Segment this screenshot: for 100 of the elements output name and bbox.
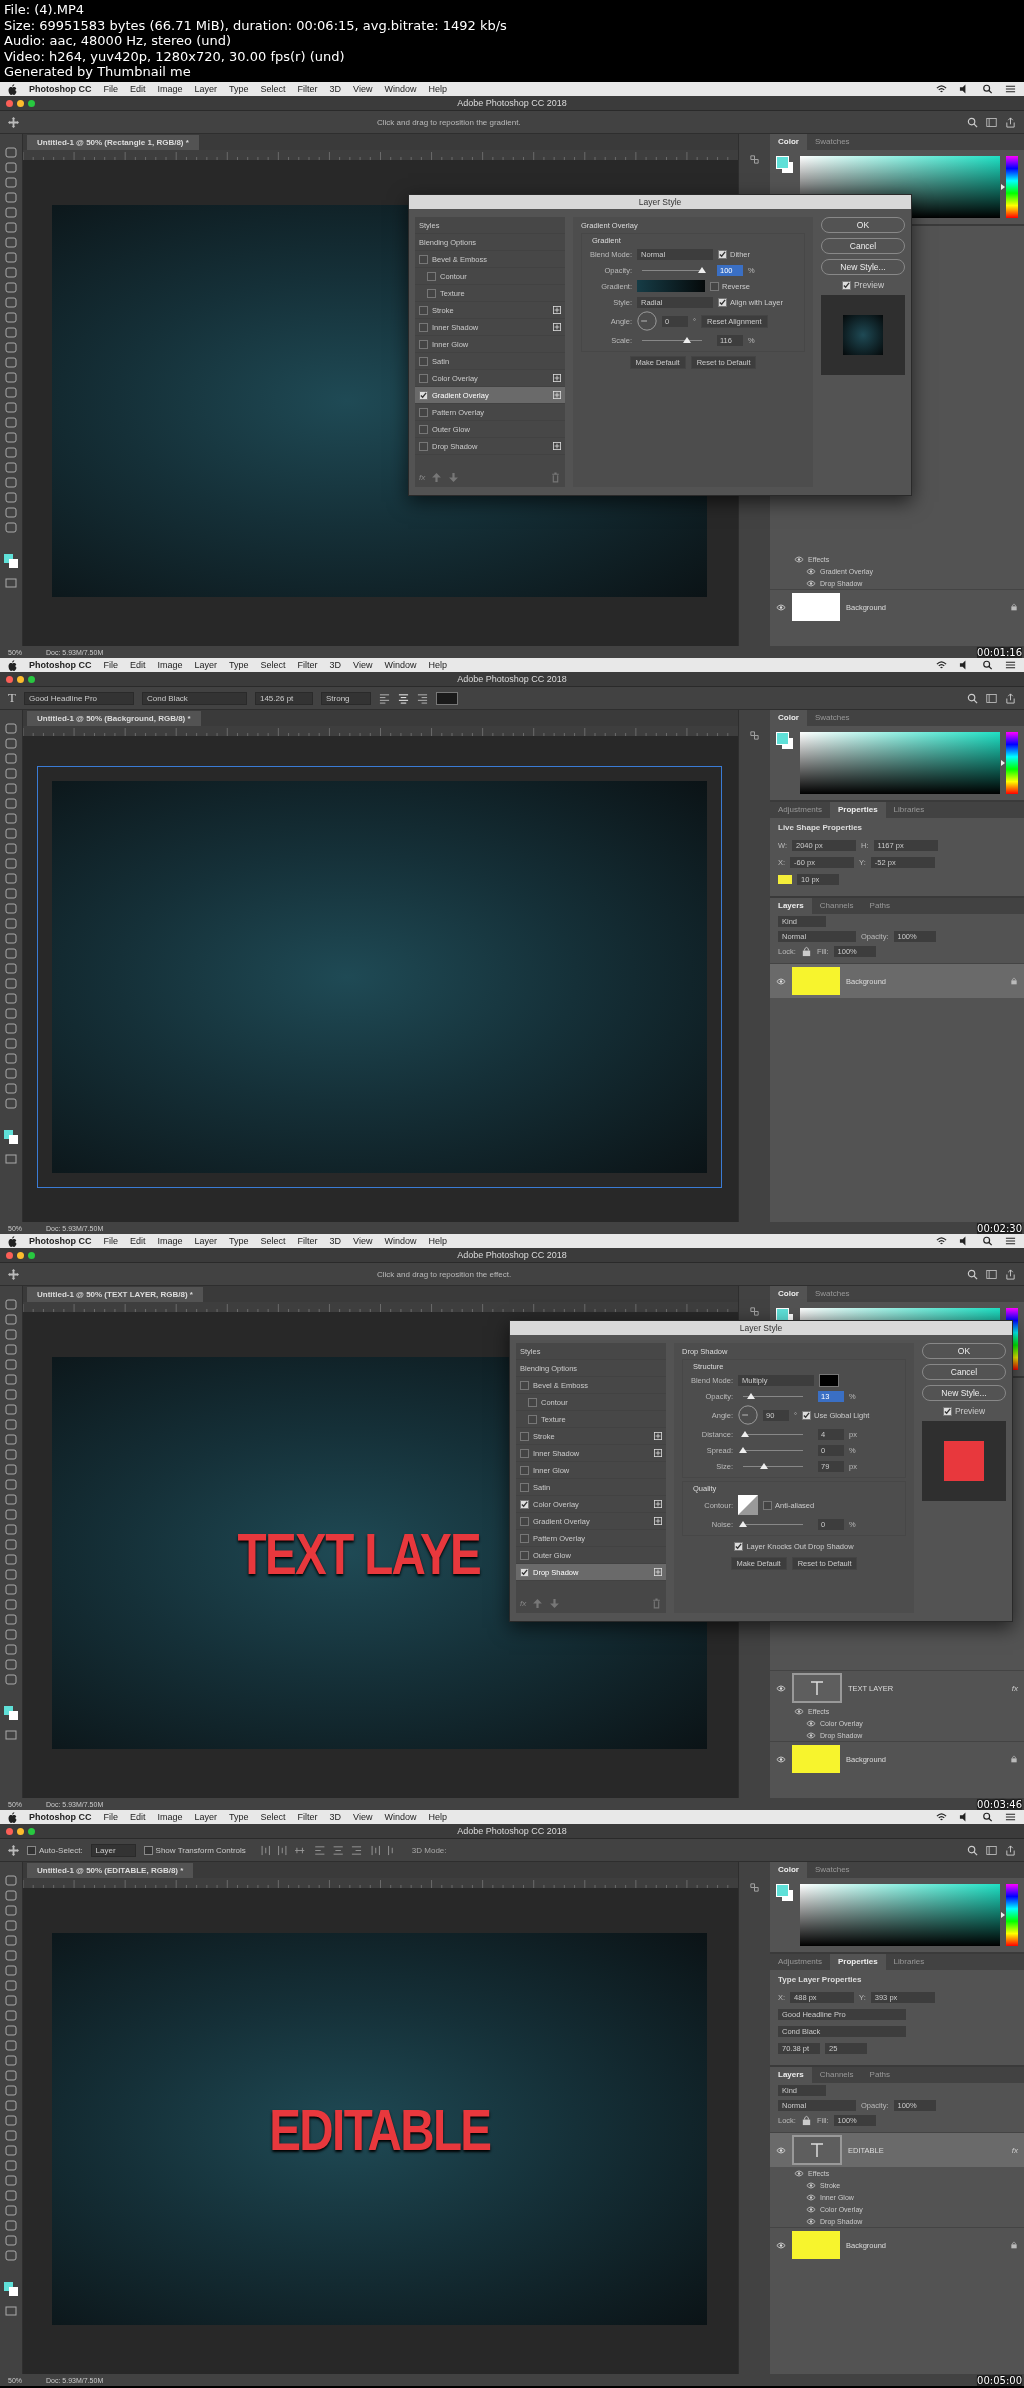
- menu-item[interactable]: Type: [229, 1810, 249, 1824]
- menu-item[interactable]: File: [103, 1234, 118, 1248]
- menu-item[interactable]: Layer: [194, 82, 218, 96]
- transform-controls-checkbox[interactable]: Show Transform Controls: [143, 1845, 246, 1855]
- panel-tab[interactable]: Properties: [830, 802, 886, 818]
- toolbar-drawing[interactable]: [0, 1862, 23, 2374]
- panel-tab[interactable]: Paths: [861, 2067, 899, 2083]
- wifi-icon[interactable]: [936, 1236, 947, 1246]
- angle-dial[interactable]: [738, 1405, 758, 1425]
- menu-item[interactable]: Type: [229, 1234, 249, 1248]
- checkbox[interactable]: [528, 1397, 537, 1407]
- document-tab[interactable]: Untitled-1 @ 50% (Background, RGB/8) *: [27, 710, 201, 726]
- menu-item[interactable]: File: [103, 82, 118, 96]
- menu-icon[interactable]: [1005, 84, 1016, 94]
- fx-label[interactable]: fx: [1011, 1683, 1018, 1693]
- hue-slider[interactable]: [1001, 184, 1005, 190]
- checkbox[interactable]: [419, 390, 428, 400]
- share-icon[interactable]: [1005, 692, 1016, 704]
- window-controls-icon[interactable]: [6, 675, 35, 683]
- menu-item[interactable]: 3D: [329, 82, 342, 96]
- font-size-dropdown[interactable]: 145.26 pt: [254, 691, 313, 705]
- checkbox[interactable]: [520, 1448, 529, 1458]
- eye-icon[interactable]: [776, 977, 786, 985]
- menu-item[interactable]: View: [353, 658, 373, 672]
- checkbox[interactable]: [528, 1414, 537, 1424]
- workspace-icon[interactable]: [986, 1268, 997, 1280]
- color-swatches-icon[interactable]: [776, 732, 794, 750]
- menu-item[interactable]: Type: [229, 82, 249, 96]
- plus-icon[interactable]: [654, 1432, 662, 1440]
- wifi-icon[interactable]: [936, 1812, 947, 1822]
- lock-icon[interactable]: [800, 946, 812, 957]
- eye-icon[interactable]: [806, 2205, 816, 2213]
- eye-icon[interactable]: [776, 2146, 786, 2154]
- wifi-icon[interactable]: [936, 660, 947, 670]
- search-icon[interactable]: [967, 1268, 978, 1280]
- panel-tab[interactable]: Adjustments: [770, 802, 831, 818]
- type-tool-icon[interactable]: T: [8, 690, 16, 706]
- lock-icon[interactable]: [800, 2115, 812, 2126]
- checkbox[interactable]: [419, 305, 428, 315]
- plus-icon[interactable]: [553, 323, 561, 331]
- checkbox[interactable]: [520, 1380, 529, 1390]
- panel-tab[interactable]: Channels: [811, 2067, 862, 2083]
- checkbox[interactable]: [520, 1482, 529, 1492]
- checkbox[interactable]: [718, 249, 727, 259]
- menu-item[interactable]: Layer: [194, 1810, 218, 1824]
- menu-item[interactable]: Photoshop CC: [29, 658, 92, 672]
- auto-select-checkbox[interactable]: Auto-Select:: [27, 1845, 83, 1855]
- eye-icon[interactable]: [806, 579, 816, 587]
- menu-item[interactable]: 3D: [329, 658, 342, 672]
- plus-icon[interactable]: [553, 391, 561, 399]
- search-icon[interactable]: [982, 84, 993, 94]
- menu-item[interactable]: Image: [157, 82, 183, 96]
- wifi-icon[interactable]: [936, 84, 947, 94]
- apple-icon[interactable]: [8, 83, 17, 95]
- search-icon[interactable]: [982, 1236, 993, 1246]
- slider-thumb[interactable]: [739, 1520, 747, 1527]
- eye-icon[interactable]: [806, 567, 816, 575]
- workspace-icon[interactable]: [986, 116, 997, 128]
- eye-icon[interactable]: [794, 2169, 804, 2177]
- align-right-icon[interactable]: [416, 692, 428, 704]
- panel-tab[interactable]: Swatches: [806, 1286, 858, 1302]
- eye-icon[interactable]: [776, 603, 786, 611]
- search-icon[interactable]: [967, 692, 978, 704]
- hue-slider[interactable]: [1001, 1912, 1005, 1918]
- menu-item[interactable]: Edit: [130, 658, 146, 672]
- plus-icon[interactable]: [553, 374, 561, 382]
- workspace-icon[interactable]: [986, 692, 997, 704]
- plus-icon[interactable]: [654, 1517, 662, 1525]
- eye-icon[interactable]: [776, 2241, 786, 2249]
- align-center-icon[interactable]: [397, 692, 409, 704]
- eye-icon[interactable]: [806, 1731, 816, 1739]
- checkbox[interactable]: [419, 407, 428, 417]
- menu-item[interactable]: Window: [384, 82, 417, 96]
- window-controls-icon[interactable]: [6, 1251, 35, 1259]
- toolbar-drawing[interactable]: [0, 134, 23, 646]
- menu-item[interactable]: Select: [260, 1234, 286, 1248]
- menu-item[interactable]: Image: [157, 1810, 183, 1824]
- menu-item[interactable]: Image: [157, 658, 183, 672]
- checkbox[interactable]: [419, 339, 428, 349]
- panel-tab[interactable]: Color: [770, 1862, 807, 1878]
- checkbox[interactable]: [419, 424, 428, 434]
- workspace-icon[interactable]: [986, 1844, 997, 1856]
- document-tab[interactable]: Untitled-1 @ 50% (Rectangle 1, RGB/8) *: [27, 134, 199, 150]
- checkbox[interactable]: [520, 1431, 529, 1441]
- checkbox[interactable]: [419, 322, 428, 332]
- menu-item[interactable]: View: [353, 1234, 373, 1248]
- menu-item[interactable]: Filter: [297, 658, 318, 672]
- panel-tab[interactable]: Color: [770, 710, 807, 726]
- menu-item[interactable]: Select: [260, 658, 286, 672]
- apple-icon[interactable]: [8, 1811, 17, 1823]
- menu-item[interactable]: 3D: [329, 1234, 342, 1248]
- checkbox[interactable]: [520, 1499, 529, 1509]
- slider-thumb[interactable]: [740, 1430, 749, 1437]
- search-icon[interactable]: [967, 116, 978, 128]
- menu-item[interactable]: Image: [157, 1234, 183, 1248]
- search-icon[interactable]: [982, 660, 993, 670]
- checkbox-label[interactable]: Preview: [853, 280, 885, 290]
- auto-select-dropdown[interactable]: Layer: [90, 1843, 136, 1857]
- eye-icon[interactable]: [806, 2181, 816, 2189]
- menu-item[interactable]: Filter: [297, 82, 318, 96]
